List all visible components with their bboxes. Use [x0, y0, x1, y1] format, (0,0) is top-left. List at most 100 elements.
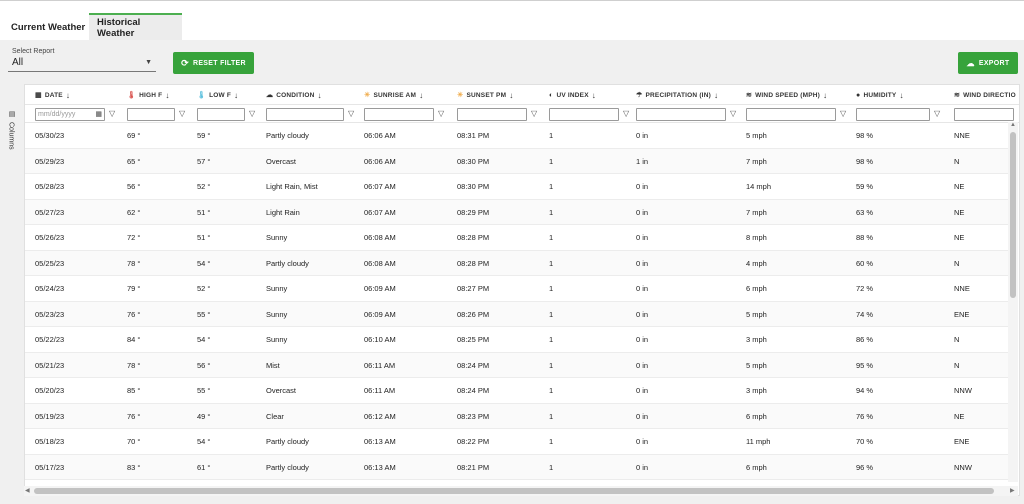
sort-arrow-icon[interactable]: ↓ — [899, 91, 903, 100]
filter-icon[interactable]: ▽ — [840, 109, 846, 118]
filter-input[interactable] — [746, 108, 836, 121]
filter-input[interactable] — [856, 108, 930, 121]
filter-input[interactable] — [954, 108, 1014, 121]
filter-icon[interactable]: ▽ — [623, 109, 629, 118]
table-row[interactable]: 05/18/23 70 ° 54 ° Partly cloudy 06:13 AM 08:… — [25, 429, 1009, 455]
table-cell: N — [954, 156, 960, 166]
table-cell: 08:23 PM — [457, 411, 490, 421]
filter-input[interactable] — [364, 108, 434, 121]
column-header[interactable]: 🌡 HIGH F ↓ — [127, 85, 170, 105]
table-cell: 54 ° — [197, 335, 211, 345]
table-cell: 08:27 PM — [457, 284, 490, 294]
filter-input[interactable]: mm/dd/yyyy ▦ — [35, 108, 105, 121]
column-header[interactable]: ☂ PRECIPITATION (IN) ↓ — [636, 85, 718, 105]
table-cell: 1 in — [636, 156, 649, 166]
table-cell: 1 — [549, 360, 554, 370]
column-header[interactable]: ☀ SUNSET PM ↓ — [457, 85, 513, 105]
table-row[interactable]: 05/19/23 76 ° 49 ° Clear 06:12 AM 08:23 PM 1 0 … — [25, 403, 1009, 429]
table-cell: 05/28/23 — [35, 182, 65, 192]
table-row[interactable]: 05/21/23 78 ° 56 ° Mist 06:11 AM 08:24 PM 1 0 i… — [25, 352, 1009, 378]
filter-icon[interactable]: ▽ — [730, 109, 736, 118]
sort-arrow-icon[interactable]: ↓ — [165, 91, 169, 100]
table-cell: 05/22/23 — [35, 335, 65, 345]
tab-current-weather[interactable]: Current Weather — [3, 13, 93, 41]
table-cell: Clear — [266, 411, 284, 421]
sort-arrow-icon[interactable]: ↓ — [234, 91, 238, 100]
table-row[interactable]: 05/22/23 84 ° 54 ° Sunny 06:10 AM 08:25 PM 1 0 … — [25, 327, 1009, 353]
vertical-scroll-thumb[interactable] — [1010, 132, 1016, 298]
table-row[interactable]: 05/26/23 72 ° 51 ° Sunny 06:08 AM 08:28 PM 1 0 … — [25, 225, 1009, 251]
table-row[interactable]: 05/20/23 85 ° 55 ° Overcast 06:11 AM 08:24 PM… — [25, 378, 1009, 404]
droplet-icon: ● — [856, 91, 861, 99]
calendar-icon[interactable]: ▦ — [95, 110, 102, 118]
sort-arrow-icon[interactable]: ↓ — [317, 91, 321, 100]
column-header[interactable]: 🌡 LOW F ↓ — [197, 85, 238, 105]
table-cell: 08:29 PM — [457, 207, 490, 217]
table-row[interactable]: 05/28/23 56 ° 52 ° Light Rain, Mist 06:07 AM… — [25, 174, 1009, 200]
filter-icon[interactable]: ▽ — [348, 109, 354, 118]
table-cell: Partly cloudy — [266, 131, 309, 141]
filter-input[interactable] — [457, 108, 527, 121]
filter-input[interactable] — [636, 108, 726, 121]
export-button[interactable]: ☁ EXPORT — [958, 52, 1018, 74]
filter-input[interactable] — [127, 108, 175, 121]
table-row[interactable]: 05/30/23 69 ° 59 ° Partly cloudy 06:06 AM 08:… — [25, 123, 1009, 149]
column-header[interactable]: ☀ SUNRISE AM ↓ — [364, 85, 423, 105]
table-cell: 06:09 AM — [364, 284, 396, 294]
table-cell: Overcast — [266, 156, 297, 166]
column-header[interactable]: ☁ CONDITION ↓ — [266, 85, 322, 105]
table-row[interactable]: 05/23/23 76 ° 55 ° Sunny 06:09 AM 08:26 PM 1 0 … — [25, 301, 1009, 327]
table-cell: 06:11 AM — [364, 386, 396, 396]
table-row[interactable]: 05/27/23 62 ° 51 ° Light Rain 06:07 AM 08:29 … — [25, 199, 1009, 225]
reset-filter-button[interactable]: ⟳ RESET FILTER — [173, 52, 254, 74]
report-select[interactable]: All ▼ — [8, 54, 156, 72]
table-cell: 72 ° — [127, 233, 141, 243]
scroll-up-icon[interactable]: ▲ — [1010, 122, 1016, 128]
column-header[interactable]: ≋ WIND SPEED (MPH) ↓ — [746, 85, 827, 105]
horizontal-scrollbar[interactable]: ◀ ▶ — [24, 486, 1018, 496]
column-header[interactable]: ● HUMIDITY ↓ — [856, 85, 904, 105]
filter-icon[interactable]: ▽ — [249, 109, 255, 118]
table-cell: 1 — [549, 284, 554, 294]
sort-arrow-icon[interactable]: ↓ — [823, 91, 827, 100]
columns-side-button[interactable]: ▤ Columns — [5, 110, 21, 170]
column-header-label: HIGH F — [139, 91, 163, 99]
filter-icon[interactable]: ▽ — [179, 109, 185, 118]
table-row[interactable]: 05/29/23 65 ° 57 ° Overcast 06:06 AM 08:30 PM… — [25, 148, 1009, 174]
table-cell: Sunny — [266, 309, 288, 319]
filter-icon[interactable]: ▽ — [438, 109, 444, 118]
table-row[interactable]: 05/25/23 78 ° 54 ° Partly cloudy 06:08 AM 08:… — [25, 250, 1009, 276]
sort-arrow-icon[interactable]: ↓ — [419, 91, 423, 100]
filter-input[interactable] — [197, 108, 245, 121]
table-cell: 59 ° — [197, 131, 211, 141]
tab-historical-weather[interactable]: Historical Weather — [89, 13, 182, 41]
column-header[interactable]: ◐ UV INDEX ↓ — [549, 85, 596, 105]
table-cell: 06:08 AM — [364, 258, 396, 268]
table-cell: Light Rain — [266, 207, 300, 217]
column-header[interactable]: ≋ WIND DIRECTIO — [954, 85, 1016, 105]
sort-arrow-icon[interactable]: ↓ — [592, 91, 596, 100]
sort-arrow-icon[interactable]: ↓ — [66, 91, 70, 100]
filter-icon[interactable]: ▽ — [531, 109, 537, 118]
horizontal-scroll-thumb[interactable] — [34, 488, 994, 494]
filter-icon[interactable]: ▽ — [109, 109, 115, 118]
scroll-right-icon[interactable]: ▶ — [1010, 487, 1015, 494]
column-header[interactable]: ▦ DATE ↓ — [35, 85, 70, 105]
scroll-left-icon[interactable]: ◀ — [25, 487, 30, 494]
table-cell: 08:26 PM — [457, 309, 490, 319]
filter-icon[interactable]: ▽ — [934, 109, 940, 118]
table-row[interactable]: 05/17/23 83 ° 61 ° Partly cloudy 06:13 AM 08:… — [25, 454, 1009, 480]
table-cell: 05/25/23 — [35, 258, 65, 268]
sort-arrow-icon[interactable]: ↓ — [714, 91, 718, 100]
table-cell: ENE — [954, 437, 970, 447]
table-row[interactable]: 05/24/23 79 ° 52 ° Sunny 06:09 AM 08:27 PM 1 0 … — [25, 276, 1009, 302]
table-cell: 3 mph — [746, 335, 767, 345]
filter-input[interactable] — [266, 108, 344, 121]
table-cell: 1 — [549, 335, 554, 345]
table-cell: 61 ° — [197, 462, 211, 472]
table-cell: 4 mph — [746, 258, 767, 268]
filter-input[interactable] — [549, 108, 619, 121]
sort-arrow-icon[interactable]: ↓ — [509, 91, 513, 100]
table-cell: 0 in — [636, 182, 649, 192]
vertical-scrollbar[interactable]: ▲ — [1008, 122, 1018, 482]
